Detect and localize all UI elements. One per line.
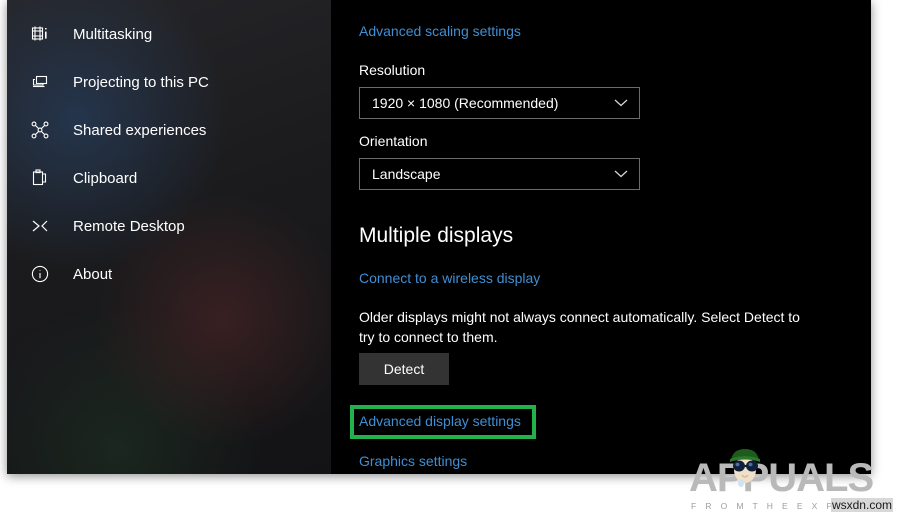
sidebar-item-label: Shared experiences xyxy=(73,121,207,139)
sidebar-item-label: Clipboard xyxy=(73,169,138,187)
multiple-displays-heading: Multiple displays xyxy=(359,224,514,247)
clipboard-icon xyxy=(27,165,53,191)
detect-button[interactable]: Detect xyxy=(359,353,449,385)
advanced-display-settings-link[interactable]: Advanced display settings xyxy=(359,414,521,428)
connect-wireless-display-link[interactable]: Connect to a wireless display xyxy=(359,271,540,285)
multitasking-icon xyxy=(27,21,53,47)
sidebar-item-clipboard[interactable]: Clipboard xyxy=(7,158,331,198)
orientation-dropdown[interactable]: Landscape xyxy=(359,158,640,190)
sidebar-item-multitasking[interactable]: Multitasking xyxy=(7,14,331,54)
sidebar-item-label: Remote Desktop xyxy=(73,217,185,235)
sidebar-item-about[interactable]: About xyxy=(7,254,331,294)
older-displays-description: Older displays might not always connect … xyxy=(359,309,800,345)
sidebar-nav-list: Multitasking Projecting to this PC Share… xyxy=(7,0,331,294)
remote-desktop-icon xyxy=(27,213,53,239)
resolution-label: Resolution xyxy=(359,62,426,78)
resolution-dropdown[interactable]: 1920 × 1080 (Recommended) xyxy=(359,87,640,119)
info-icon xyxy=(27,261,53,287)
sidebar-item-label: Multitasking xyxy=(73,25,153,43)
screenshot-root: Multitasking Projecting to this PC Share… xyxy=(0,0,901,516)
watermark-domain: wsxdn.com xyxy=(830,498,893,512)
sidebar-item-shared-experiences[interactable]: Shared experiences xyxy=(7,110,331,150)
orientation-value: Landscape xyxy=(372,166,441,182)
graphics-settings-link[interactable]: Graphics settings xyxy=(359,454,467,468)
settings-window: Multitasking Projecting to this PC Share… xyxy=(7,0,871,474)
sidebar-item-projecting-to-this-pc[interactable]: Projecting to this PC xyxy=(7,62,331,102)
shared-experiences-icon xyxy=(27,117,53,143)
display-settings-pane: Advanced scaling settings Resolution 192… xyxy=(331,0,871,474)
sidebar-item-label: About xyxy=(73,265,113,283)
watermark-tagline: F R O M T H E E X P E R T S xyxy=(691,500,895,511)
sidebar-item-label: Projecting to this PC xyxy=(73,73,209,91)
orientation-label: Orientation xyxy=(359,133,428,149)
resolution-value: 1920 × 1080 (Recommended) xyxy=(372,95,559,111)
chevron-down-icon xyxy=(614,99,628,108)
projecting-icon xyxy=(27,69,53,95)
advanced-scaling-settings-link[interactable]: Advanced scaling settings xyxy=(359,24,521,38)
chevron-down-icon xyxy=(614,170,628,179)
sidebar-item-remote-desktop[interactable]: Remote Desktop xyxy=(7,206,331,246)
settings-sidebar: Multitasking Projecting to this PC Share… xyxy=(7,0,331,474)
